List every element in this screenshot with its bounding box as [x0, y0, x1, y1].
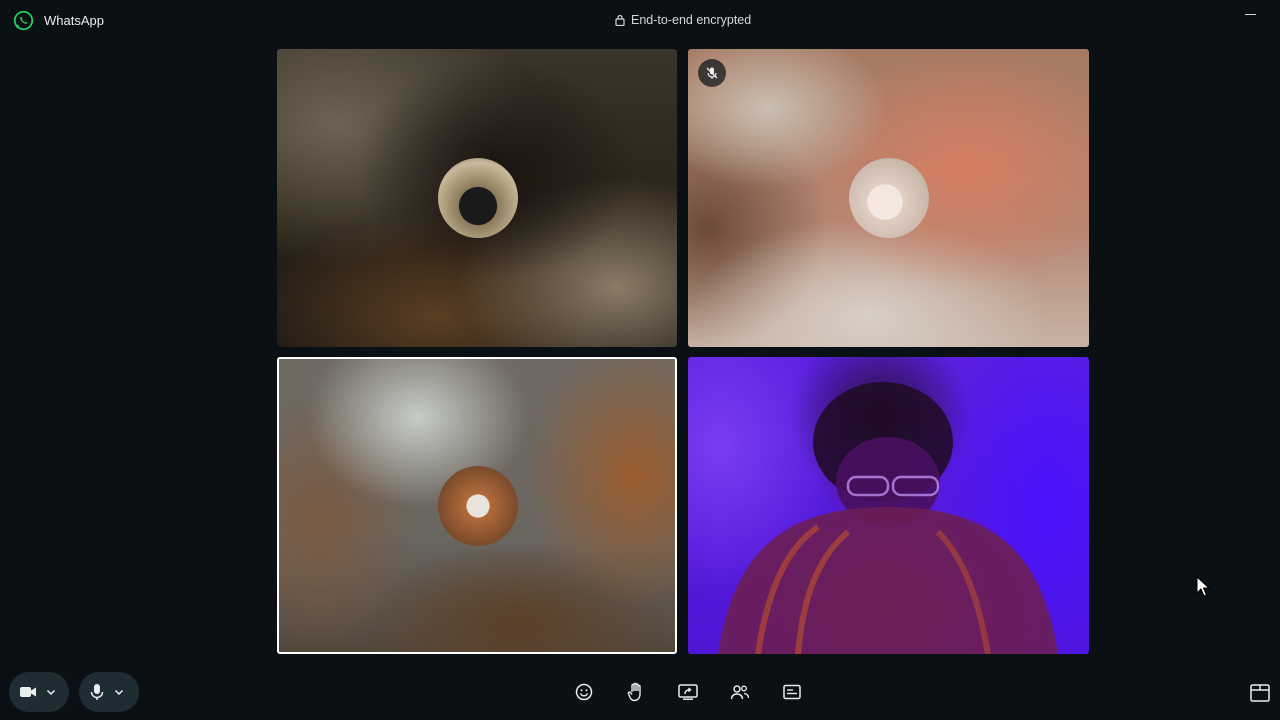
screen-share-icon: [678, 684, 698, 700]
participant-tile-2[interactable]: [688, 49, 1089, 347]
microphone-muted-icon: [706, 67, 718, 79]
participant-tile-1[interactable]: [277, 49, 677, 347]
whatsapp-logo-icon: [13, 10, 34, 31]
participant-avatar: [849, 158, 929, 238]
raise-hand-button[interactable]: [624, 680, 648, 704]
encryption-status: End-to-end encrypted: [615, 13, 751, 27]
layout-icon: [1250, 684, 1270, 702]
participant-avatar: [438, 466, 518, 546]
participant-video: [718, 382, 1058, 654]
participant-tile-3-active[interactable]: [277, 357, 677, 654]
captions-icon: [783, 684, 801, 700]
emoji-icon: [575, 683, 593, 701]
screen-share-button[interactable]: [676, 680, 700, 704]
video-control-group: [9, 672, 69, 712]
app-title: WhatsApp: [44, 13, 104, 28]
participants-icon: [730, 685, 750, 700]
encryption-text: End-to-end encrypted: [631, 13, 752, 27]
layout-button[interactable]: [1249, 682, 1271, 704]
participant-tile-4-video[interactable]: [688, 357, 1089, 654]
video-camera-icon[interactable]: [19, 685, 37, 699]
microphone-control-group: [79, 672, 139, 712]
call-controls-bar: [0, 664, 1280, 720]
reactions-button[interactable]: [572, 680, 596, 704]
minimize-button[interactable]: [1245, 14, 1256, 15]
participant-avatar: [438, 158, 518, 238]
raise-hand-icon: [627, 682, 641, 702]
microphone-icon[interactable]: [89, 683, 105, 701]
chevron-down-icon[interactable]: [45, 686, 57, 698]
chevron-down-icon[interactable]: [113, 686, 125, 698]
title-bar: WhatsApp End-to-end encrypted: [0, 0, 1280, 40]
participants-button[interactable]: [728, 680, 752, 704]
call-actions: [572, 680, 804, 704]
muted-badge: [698, 59, 726, 87]
lock-icon: [615, 14, 625, 26]
captions-button[interactable]: [780, 680, 804, 704]
mouse-cursor-icon: [1196, 576, 1210, 597]
